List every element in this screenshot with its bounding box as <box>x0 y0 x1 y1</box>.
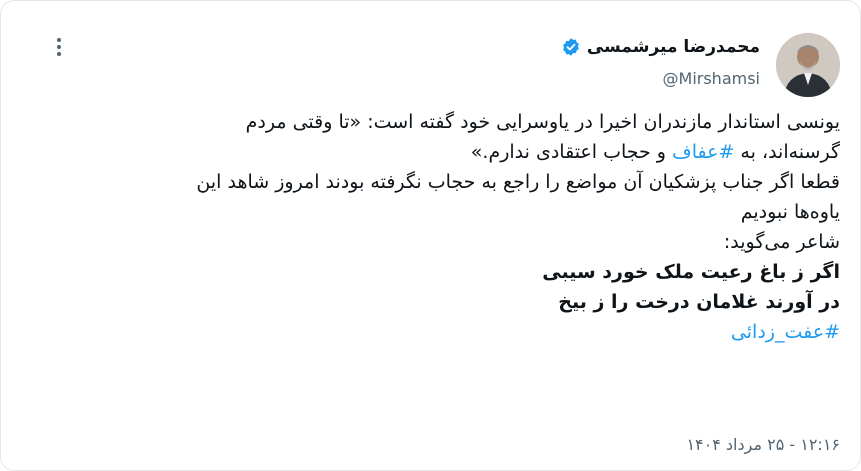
tweet-line-2-after: و حجاب اعتقادی ندارم.» <box>470 141 673 163</box>
author-handle[interactable]: @Mirshamsi <box>561 69 760 88</box>
author-avatar[interactable] <box>776 33 840 97</box>
author-display-name[interactable]: محمدرضا میرشمسی <box>587 37 760 57</box>
tweet-timestamp[interactable]: ۱۲:۱۶ - ۲۵ مرداد ۱۴۰۴ <box>686 435 840 454</box>
hashtag-link-effat-zedaei[interactable]: #عفت_زدائی <box>20 317 840 347</box>
tweet-line-4: یاوه‌ها نبودیم <box>740 201 840 223</box>
tweet-card: محمدرضا میرشمسی @Mirshamsi یونسی استاندا… <box>0 0 861 471</box>
tweet-line-1: یونسی استاندار مازندران اخیرا در یاوسرای… <box>245 111 840 133</box>
tweet-line-5: شاعر می‌گوید: <box>723 231 840 253</box>
poem-verse-1: اگر ز باغ رعیت ملک خورد سیبی <box>542 261 840 283</box>
tweet-line-3: قطعا اگر جناب پزشکیان آن مواضع را راجع ب… <box>196 171 840 193</box>
poem-verse-2: در آورند غلامان درخت را ز بیخ <box>558 291 840 313</box>
author-name-row: محمدرضا میرشمسی <box>561 37 760 57</box>
tweet-line-2-before: گرسنه‌اند، به <box>734 141 840 163</box>
more-options-icon[interactable] <box>47 35 71 59</box>
tweet-line-2: گرسنه‌اند، به #عفاف و حجاب اعتقادی ندارم… <box>20 137 840 167</box>
author-block: محمدرضا میرشمسی @Mirshamsi <box>561 37 760 88</box>
verified-badge-icon <box>561 37 581 57</box>
avatar-image <box>776 33 840 97</box>
tweet-text: یونسی استاندار مازندران اخیرا در یاوسرای… <box>20 107 840 347</box>
hashtag-link-effaf[interactable]: #عفاف <box>672 141 734 163</box>
